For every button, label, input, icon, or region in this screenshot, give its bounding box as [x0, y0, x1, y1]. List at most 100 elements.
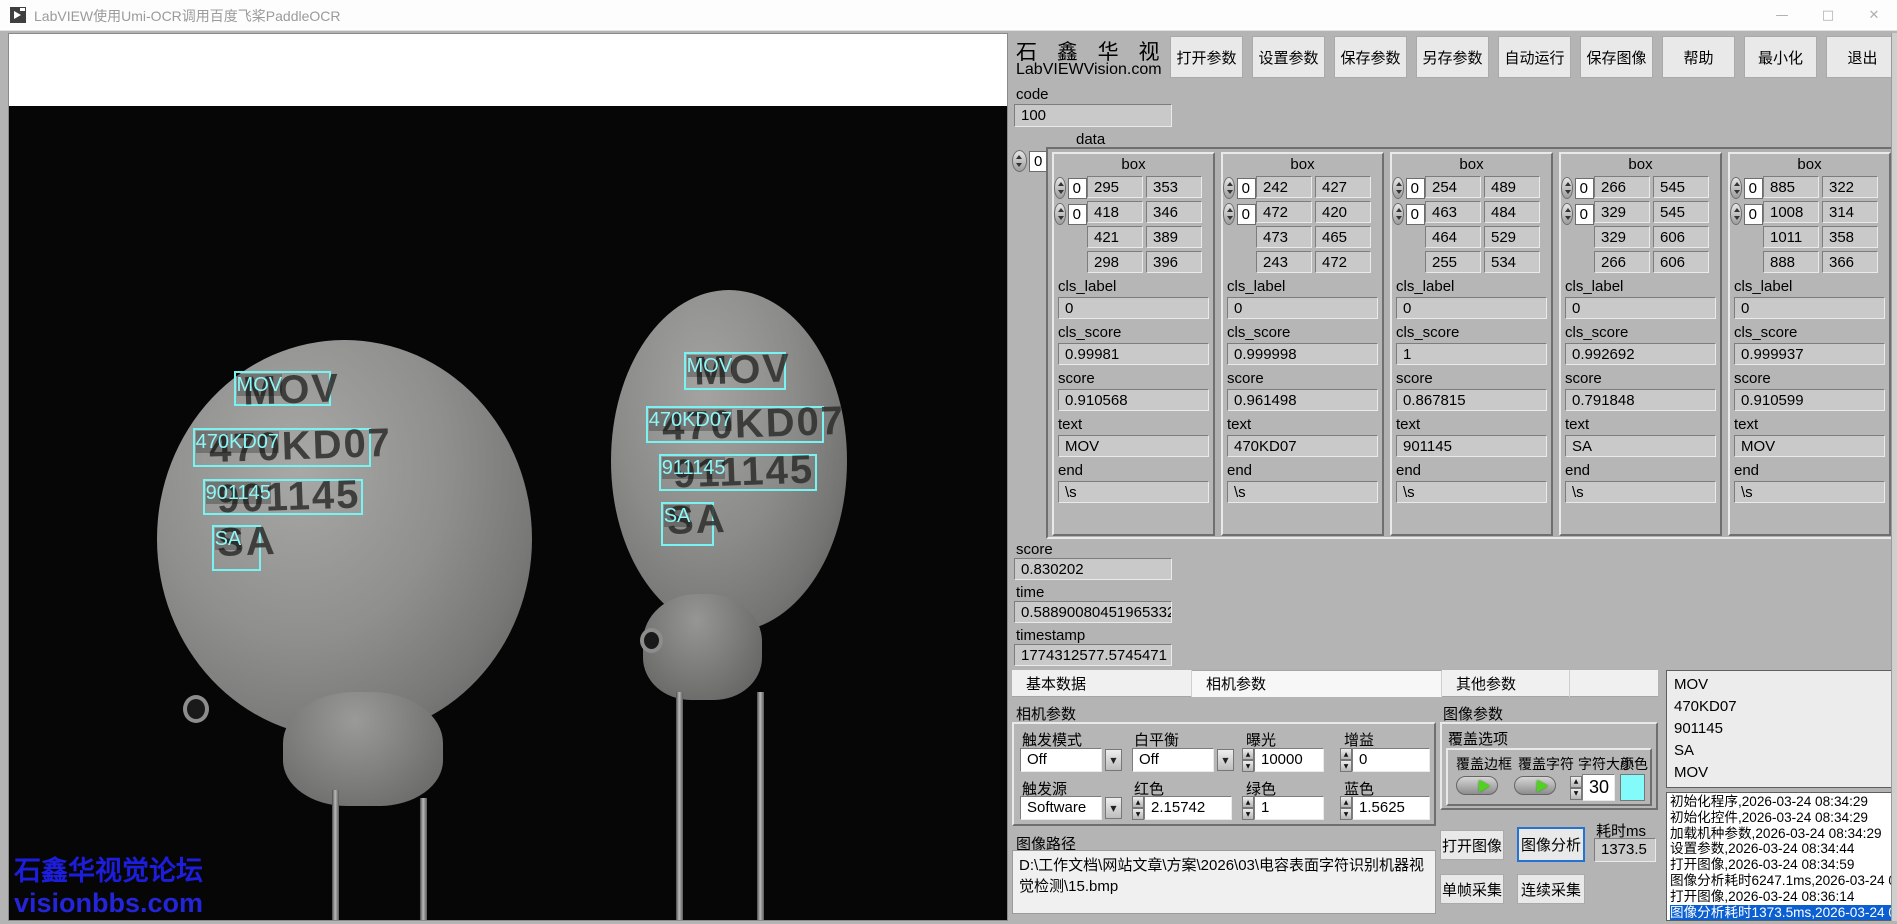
box-index-spinner[interactable]: 0 [1392, 203, 1425, 225]
blue-control[interactable]: ▲▼ 1.5625 [1340, 796, 1430, 820]
toolbar-button[interactable]: 保存参数 [1334, 36, 1407, 78]
spin-buttons[interactable] [1012, 150, 1027, 172]
toolbar-button[interactable]: 打开参数 [1170, 36, 1243, 78]
box-index-spinner[interactable]: 0 [1223, 177, 1256, 199]
red-value[interactable]: 2.15742 [1144, 796, 1232, 820]
box-index-spinner[interactable]: 0 [1730, 203, 1763, 225]
box-index-value[interactable]: 0 [1406, 178, 1425, 199]
result-item[interactable]: 470KD07 [1674, 696, 1892, 718]
decrement-icon[interactable]: ▼ [1570, 788, 1582, 800]
box-index-spinner[interactable]: 0 [1561, 177, 1594, 199]
box-index-spinner[interactable]: 0 [1561, 203, 1594, 225]
image-display-panel[interactable]: MOVMOV470KD07470KD07901145901145SASAMOVM… [8, 33, 1008, 921]
ocr-results-list[interactable]: MOV470KD07901145SAMOV [1666, 670, 1893, 788]
tab-camera-params[interactable]: 相机参数 [1192, 670, 1442, 697]
close-button[interactable]: ✕ [1851, 0, 1897, 30]
spin-buttons[interactable] [1054, 177, 1066, 199]
result-item[interactable]: SA [1674, 740, 1892, 762]
log-entry[interactable]: 打开图像,2026-03-24 08:36:14 [1670, 889, 1892, 905]
exposure-control[interactable]: ▲▼ 10000 [1242, 748, 1324, 772]
green-value[interactable]: 1 [1254, 796, 1324, 820]
gain-value[interactable]: 0 [1352, 748, 1430, 772]
toolbar-button[interactable]: 自动运行 [1498, 36, 1571, 78]
trigger-source-dropdown[interactable]: Software ▼ [1020, 796, 1122, 820]
increment-icon[interactable]: ▲ [1242, 796, 1254, 808]
result-item[interactable]: MOV [1674, 762, 1892, 784]
log-entry[interactable]: 设置参数,2026-03-24 08:34:44 [1670, 841, 1892, 857]
dropdown-arrow-icon[interactable]: ▼ [1105, 797, 1122, 819]
trigger-mode-value[interactable]: Off [1020, 748, 1102, 772]
log-entry[interactable]: 图像分析耗时1373.5ms,2026-03-24 08: [1670, 905, 1892, 921]
box-index-value[interactable]: 0 [1068, 204, 1087, 225]
box-index-value[interactable]: 0 [1237, 178, 1256, 199]
box-index-spinner[interactable]: 0 [1054, 203, 1087, 225]
decrement-icon[interactable]: ▼ [1242, 808, 1254, 820]
log-entry[interactable]: 图像分析耗时6247.1ms,2026-03-24 08: [1670, 873, 1892, 889]
green-control[interactable]: ▲▼ 1 [1242, 796, 1324, 820]
tab-other-params[interactable]: 其他参数 [1442, 670, 1570, 697]
log-entry[interactable]: 加载机种参数,2026-03-24 08:34:29 [1670, 826, 1892, 842]
open-image-button[interactable]: 打开图像 [1440, 830, 1504, 860]
log-entry[interactable]: 初始化控件,2026-03-24 08:34:29 [1670, 810, 1892, 826]
trigger-mode-dropdown[interactable]: Off ▼ [1020, 748, 1122, 772]
result-item[interactable]: MOV [1674, 674, 1892, 696]
image-path-field[interactable]: D:\工作文档\网站文章\方案\2026\03\电容表面字符识别机器视觉检测\1… [1012, 850, 1436, 914]
increment-icon[interactable]: ▲ [1570, 776, 1582, 788]
box-index-value[interactable]: 0 [1068, 178, 1087, 199]
log-entry[interactable]: 初始化程序,2026-03-24 08:34:29 [1670, 794, 1892, 810]
white-balance-value[interactable]: Off [1132, 748, 1214, 772]
red-control[interactable]: ▲▼ 2.15742 [1132, 796, 1232, 820]
decrement-icon[interactable]: ▼ [1132, 808, 1144, 820]
box-index-value[interactable]: 0 [1237, 204, 1256, 225]
decrement-icon[interactable]: ▼ [1242, 760, 1254, 772]
vertical-scrollbar[interactable] [1891, 33, 1897, 921]
spin-buttons[interactable] [1730, 177, 1742, 199]
box-index-value[interactable]: 0 [1744, 178, 1763, 199]
box-index-spinner[interactable]: 0 [1223, 203, 1256, 225]
analyze-image-button[interactable]: 图像分析 [1517, 827, 1585, 862]
toolbar-button[interactable]: 最小化 [1744, 36, 1817, 78]
trigger-source-value[interactable]: Software [1020, 796, 1102, 820]
exposure-value[interactable]: 10000 [1254, 748, 1324, 772]
box-index-spinner[interactable]: 0 [1730, 177, 1763, 199]
spin-buttons[interactable] [1223, 177, 1235, 199]
char-size-control[interactable]: ▲▼ 30 [1570, 774, 1615, 801]
blue-value[interactable]: 1.5625 [1352, 796, 1430, 820]
increment-icon[interactable]: ▲ [1242, 748, 1254, 760]
maximize-button[interactable]: □ [1805, 0, 1851, 30]
box-index-spinner[interactable]: 0 [1392, 177, 1425, 199]
toolbar-button[interactable]: 设置参数 [1252, 36, 1325, 78]
spin-buttons[interactable] [1392, 203, 1404, 225]
dropdown-arrow-icon[interactable]: ▼ [1105, 749, 1122, 771]
spin-buttons[interactable] [1561, 203, 1573, 225]
minimize-button[interactable]: — [1759, 0, 1805, 30]
toolbar-button[interactable]: 另存参数 [1416, 36, 1489, 78]
box-index-value[interactable]: 0 [1575, 178, 1594, 199]
box-index-value[interactable]: 0 [1744, 204, 1763, 225]
decrement-icon[interactable]: ▼ [1340, 808, 1352, 820]
spin-buttons[interactable] [1561, 177, 1573, 199]
toolbar-button[interactable]: 保存图像 [1580, 36, 1653, 78]
spin-buttons[interactable] [1730, 203, 1742, 225]
result-item[interactable]: 901145 [1674, 718, 1892, 740]
box-index-value[interactable]: 0 [1406, 204, 1425, 225]
spin-buttons[interactable] [1392, 177, 1404, 199]
box-index-spinner[interactable]: 0 [1054, 177, 1087, 199]
char-size-value[interactable]: 30 [1582, 774, 1615, 801]
dropdown-arrow-icon[interactable]: ▼ [1217, 749, 1234, 771]
increment-icon[interactable]: ▲ [1340, 748, 1352, 760]
increment-icon[interactable]: ▲ [1340, 796, 1352, 808]
increment-icon[interactable]: ▲ [1132, 796, 1144, 808]
log-entry[interactable]: 打开图像,2026-03-24 08:34:59 [1670, 857, 1892, 873]
overlay-color-swatch[interactable] [1620, 774, 1645, 801]
overlay-border-toggle[interactable] [1456, 776, 1498, 795]
box-index-value[interactable]: 0 [1575, 204, 1594, 225]
decrement-icon[interactable]: ▼ [1340, 760, 1352, 772]
tab-basic-data[interactable]: 基本数据 [1012, 670, 1192, 697]
spin-buttons[interactable] [1054, 203, 1066, 225]
spin-buttons[interactable] [1223, 203, 1235, 225]
toolbar-button[interactable]: 退出 [1826, 36, 1897, 78]
event-log-list[interactable]: 初始化程序,2026-03-24 08:34:29初始化控件,2026-03-2… [1666, 792, 1893, 921]
single-grab-button[interactable]: 单帧采集 [1440, 874, 1504, 904]
toolbar-button[interactable]: 帮助 [1662, 36, 1735, 78]
